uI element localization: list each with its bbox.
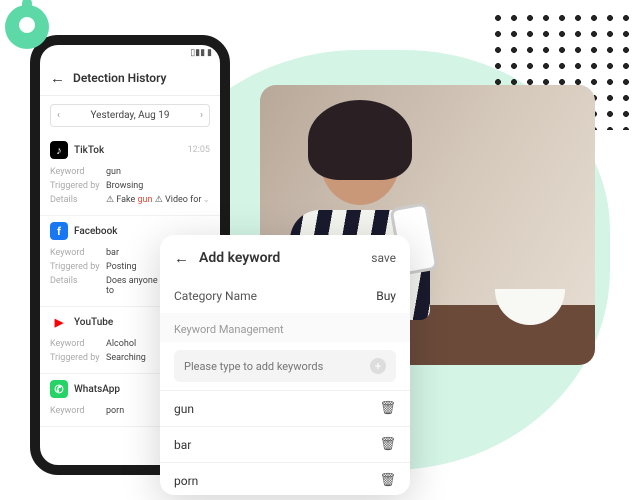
battery-icon: ▮ [207,48,212,58]
chevron-left-icon[interactable]: ‹ [57,110,60,121]
row-label: Triggered by [50,181,106,191]
add-keyword-modal: ← Add keyword save Category Name Buy Key… [160,235,410,495]
row-label: Keyword [50,339,106,349]
trash-icon[interactable]: 🗑 [379,401,396,416]
app-section[interactable]: ♪TikTok12:05KeywordgunTriggered byBrowsi… [40,135,220,216]
back-arrow-icon[interactable]: ← [174,249,189,267]
photo-head [320,115,400,205]
keyword-text: bar [174,438,191,452]
keyword-item: bar 🗑 [160,426,410,462]
chevron-down-icon[interactable]: ⌄ [202,195,210,205]
row-label: Keyword [50,167,106,177]
row-label: Triggered by [50,353,106,363]
detection-header: ← Detection History [40,61,220,96]
date-label: Yesterday, Aug 19 [90,110,169,121]
category-name-value: Buy [376,289,396,303]
row-label: Details [50,195,106,205]
keyword-item: porn 🗑 [160,462,410,495]
row-label: Triggered by [50,262,106,272]
row-value: Browsing [106,181,210,191]
keyword-item: gun 🗑 [160,390,410,426]
keyword-text: gun [174,402,194,416]
row-label: Details [50,276,106,296]
category-row[interactable]: Category Name Buy [160,279,410,313]
photo-hair [308,100,412,180]
keyword-list: gun 🗑 bar 🗑 porn 🗑 [160,390,410,495]
fb-icon: f [50,222,68,240]
page-title: Detection History [73,71,167,85]
trash-icon[interactable]: 🗑 [379,473,396,488]
category-name-label: Category Name [174,289,257,303]
wa-icon: ✆ [50,380,68,398]
yt-icon: ▶ [50,313,68,331]
signal-icon: ▯▮▮ [190,48,205,58]
back-arrow-icon[interactable]: ← [50,69,65,87]
detail-row: Triggered byBrowsing [50,179,210,193]
keyword-input-row[interactable]: + [174,350,396,382]
save-button[interactable]: save [371,251,396,265]
logo-mark [5,5,49,49]
app-name: TikTok [74,145,182,156]
date-navigator[interactable]: ‹ Yesterday, Aug 19 › [50,104,210,127]
chevron-right-icon[interactable]: › [200,110,203,121]
modal-header: ← Add keyword save [160,235,410,279]
app-section-header: ♪ TikTok 12:05 [50,141,210,159]
app-time: 12:05 [188,145,210,155]
row-label: Keyword [50,248,106,258]
tiktok-icon: ♪ [50,141,68,159]
row-value: gun [106,167,210,177]
trash-icon[interactable]: 🗑 [379,437,396,452]
detail-row: Details⚠ Fake gun ⚠ Video for⌄ [50,193,210,207]
row-label: Keyword [50,406,106,416]
phone-status-bar: ▯▮▮ ▮ [40,45,220,61]
keyword-management-label: Keyword Management [160,313,410,342]
row-value: ⚠ Fake gun ⚠ Video for [106,195,202,205]
app-logo [5,5,55,55]
modal-title: Add keyword [199,250,361,266]
keyword-text: porn [174,474,198,488]
add-icon[interactable]: + [370,358,386,374]
keyword-input[interactable] [184,360,370,373]
detail-row: Keywordgun [50,165,210,179]
